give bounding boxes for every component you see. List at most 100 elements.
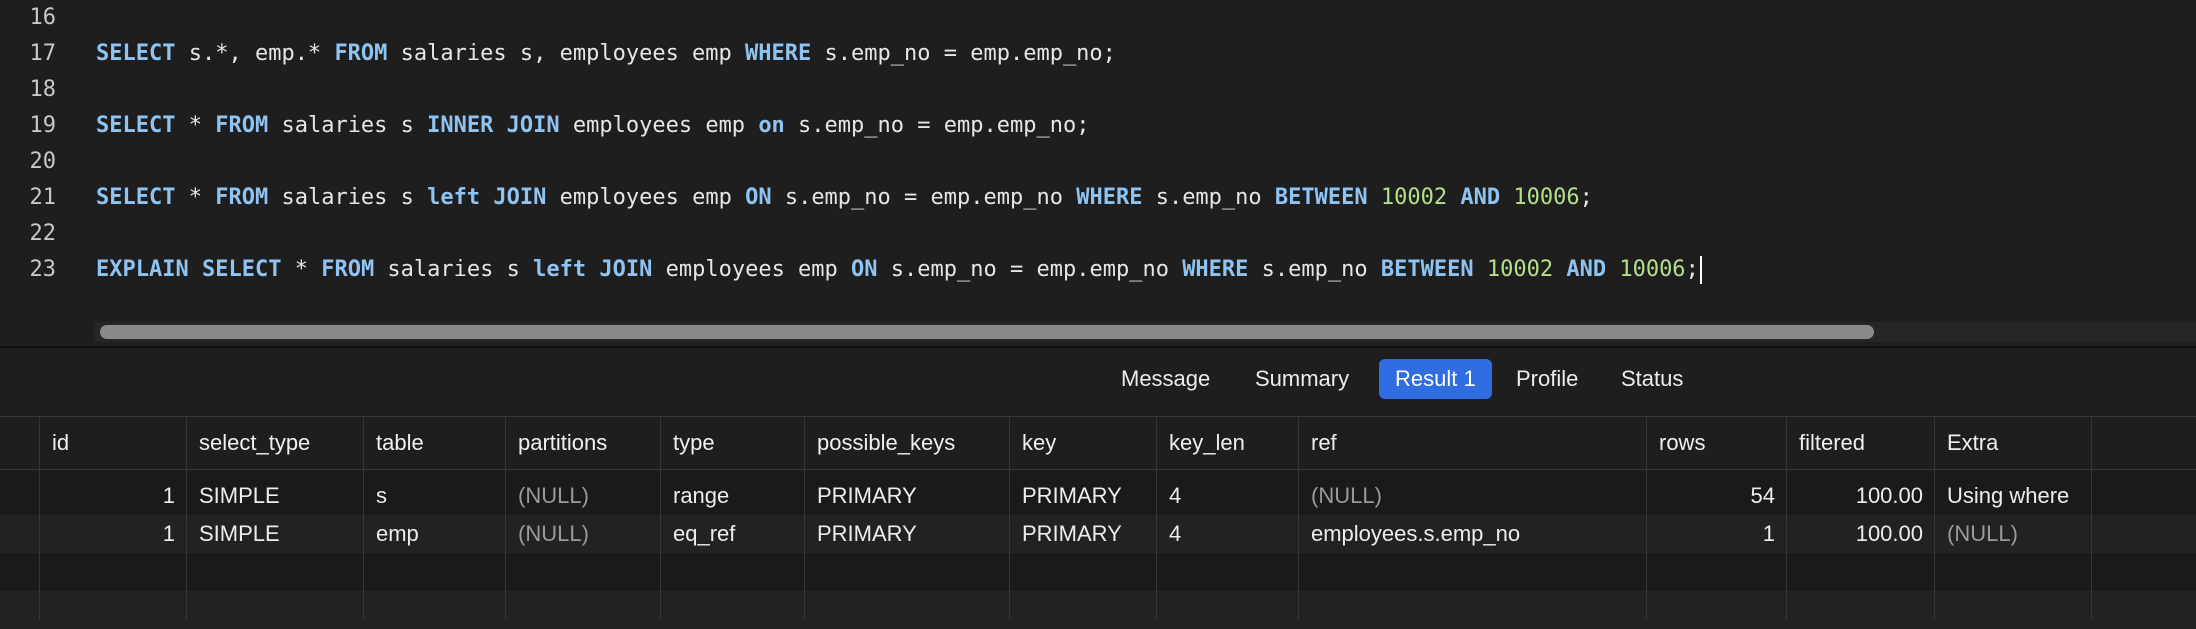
tab-result-1[interactable]: Result 1	[1379, 359, 1492, 399]
column-header-possible_keys[interactable]: possible_keys	[805, 417, 1010, 469]
sql-keyword: left JOIN	[427, 185, 547, 210]
cell-table[interactable]: emp	[364, 515, 506, 553]
tab-message[interactable]: Message	[1105, 359, 1226, 399]
sql-keyword: ON	[745, 185, 772, 210]
column-divider[interactable]	[186, 417, 187, 620]
tab-status[interactable]: Status	[1605, 359, 1699, 399]
code-text[interactable]: SELECT * FROM salaries s INNER JOIN empl…	[96, 108, 1089, 144]
cell-type[interactable]: eq_ref	[661, 515, 805, 553]
sql-text: ;	[1579, 185, 1593, 210]
cell-ref[interactable]: (NULL)	[1299, 477, 1647, 515]
sql-keyword: BETWEEN	[1380, 257, 1474, 282]
cell-filtered[interactable]: 100.00	[1787, 515, 1935, 553]
column-divider[interactable]	[39, 417, 40, 620]
sql-editor[interactable]: 16 17 SELECT s.*, emp.* FROM salaries s, e…	[0, 0, 2196, 346]
cell-partitions[interactable]: (NULL)	[506, 477, 661, 515]
code-text[interactable]: EXPLAIN SELECT * FROM salaries s left JO…	[96, 252, 1702, 288]
cell-key[interactable]: PRIMARY	[1010, 477, 1157, 515]
result-tabs-bar: Message Summary Result 1 Profile Status	[0, 348, 2196, 417]
sql-keyword: on	[758, 113, 785, 138]
sql-number: 10002	[1380, 185, 1448, 210]
sql-keyword: SELECT	[96, 113, 176, 138]
column-divider[interactable]	[804, 417, 805, 620]
table-row[interactable]: 1 SIMPLE emp (NULL) eq_ref PRIMARY PRIMARY 4 emp…	[0, 515, 2196, 553]
tab-profile[interactable]: Profile	[1500, 359, 1594, 399]
line-number: 22	[29, 221, 57, 246]
code-text[interactable]: SELECT * FROM salaries s left JOIN emplo…	[96, 180, 1593, 216]
sql-keyword: WHERE	[1182, 257, 1249, 282]
cell-extra[interactable]: (NULL)	[1935, 515, 2092, 553]
cell-possible_keys[interactable]: PRIMARY	[805, 477, 1010, 515]
sql-text: employees emp	[559, 113, 759, 138]
column-divider[interactable]	[2091, 417, 2092, 620]
line-number: 19	[29, 113, 57, 138]
column-header-filtered[interactable]: filtered	[1787, 417, 1935, 469]
column-header-extra[interactable]: Extra	[1935, 417, 2092, 469]
cell-ref[interactable]: employees.s.emp_no	[1299, 515, 1647, 553]
sql-keyword: BETWEEN	[1274, 185, 1368, 210]
column-divider[interactable]	[1646, 417, 1647, 620]
tab-summary[interactable]: Summary	[1239, 359, 1365, 399]
cell-filtered[interactable]: 100.00	[1787, 477, 1935, 515]
sql-keyword: AND	[1566, 257, 1607, 282]
editor-horizontal-scrollbar[interactable]	[94, 322, 2196, 342]
column-divider[interactable]	[1298, 417, 1299, 620]
result-grid[interactable]: id select_type table partitions type possible…	[0, 417, 2196, 629]
sql-text: *	[175, 185, 216, 210]
cell-possible_keys[interactable]: PRIMARY	[805, 515, 1010, 553]
line-number: 23	[29, 257, 57, 282]
cell-rows[interactable]: 1	[1647, 515, 1787, 553]
code-text[interactable]: SELECT s.*, emp.* FROM salaries s, emplo…	[96, 36, 1116, 72]
column-divider[interactable]	[1009, 417, 1010, 620]
scrollbar-thumb[interactable]	[100, 325, 1874, 339]
column-header-rows[interactable]: rows	[1647, 417, 1787, 469]
column-divider[interactable]	[1786, 417, 1787, 620]
column-divider[interactable]	[1934, 417, 1935, 620]
column-header-partitions[interactable]: partitions	[506, 417, 661, 469]
column-header-select_type[interactable]: select_type	[187, 417, 364, 469]
column-header-type[interactable]: type	[661, 417, 805, 469]
cell-id[interactable]: 1	[40, 477, 187, 515]
table-row[interactable]	[0, 591, 2196, 629]
column-divider[interactable]	[363, 417, 364, 620]
cell-select_type[interactable]: SIMPLE	[187, 515, 364, 553]
line-number: 18	[29, 77, 57, 102]
sql-keyword: SELECT	[201, 257, 282, 282]
sql-text: s.emp_no = emp.emp_no;	[811, 41, 1116, 66]
cell-key[interactable]: PRIMARY	[1010, 515, 1157, 553]
sql-text: s.emp_no = emp.emp_no;	[784, 113, 1090, 138]
sql-number: 10002	[1486, 257, 1554, 282]
sql-keyword: SELECT	[96, 185, 176, 210]
cell-id[interactable]: 1	[40, 515, 187, 553]
column-header-key[interactable]: key	[1010, 417, 1157, 469]
cell-rows[interactable]: 54	[1647, 477, 1787, 515]
cell-key_len[interactable]: 4	[1157, 515, 1299, 553]
sql-text: *	[281, 257, 322, 282]
cell-key_len[interactable]: 4	[1157, 477, 1299, 515]
column-header-table[interactable]: table	[364, 417, 506, 469]
column-divider[interactable]	[660, 417, 661, 620]
sql-keyword: WHERE	[1076, 185, 1143, 210]
sql-number: 10006	[1619, 257, 1686, 282]
cell-select_type[interactable]: SIMPLE	[187, 477, 364, 515]
column-header-ref[interactable]: ref	[1299, 417, 1647, 469]
text-cursor	[1699, 256, 1702, 284]
sql-keyword: FROM	[334, 41, 388, 66]
sql-keyword: FROM	[215, 185, 269, 210]
table-row[interactable]: 1 SIMPLE s (NULL) range PRIMARY PRIMARY 4 (NULL)…	[0, 477, 2196, 515]
sql-text: s.emp_no = emp.emp_no	[771, 185, 1077, 210]
table-row[interactable]	[0, 553, 2196, 591]
column-header-id[interactable]: id	[40, 417, 187, 469]
column-divider[interactable]	[505, 417, 506, 620]
sql-keyword: EXPLAIN	[96, 257, 189, 282]
cell-partitions[interactable]: (NULL)	[506, 515, 661, 553]
column-header-key_len[interactable]: key_len	[1157, 417, 1299, 469]
cell-type[interactable]: range	[661, 477, 805, 515]
column-divider[interactable]	[1156, 417, 1157, 620]
sql-text: salaries s	[268, 185, 428, 210]
cell-table[interactable]: s	[364, 477, 506, 515]
cell-extra[interactable]: Using where	[1935, 477, 2092, 515]
